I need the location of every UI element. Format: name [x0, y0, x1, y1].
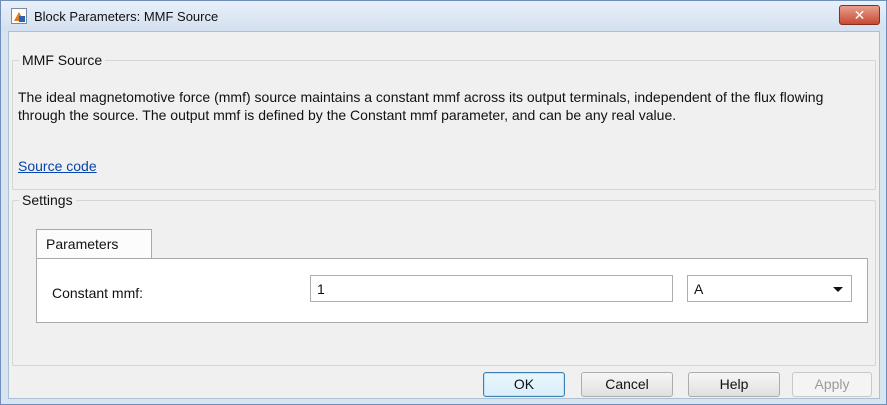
window-title: Block Parameters: MMF Source — [34, 9, 219, 24]
block-description-title: MMF Source — [22, 52, 103, 68]
ok-button[interactable]: OK — [483, 372, 565, 397]
chevron-down-icon — [833, 287, 843, 292]
apply-button[interactable]: Apply — [792, 372, 872, 397]
constant-mmf-unit-select[interactable]: A — [687, 275, 852, 302]
dialog-body: MMF Source The ideal magnetomotive force… — [8, 31, 880, 399]
unit-value: A — [694, 281, 704, 297]
settings-title: Settings — [22, 192, 73, 208]
help-button[interactable]: Help — [688, 372, 780, 397]
block-description-text: The ideal magnetomotive force (mmf) sour… — [18, 89, 824, 123]
parameters-panel: Constant mmf: A — [36, 258, 868, 323]
constant-mmf-label: Constant mmf: — [52, 285, 144, 301]
tab-parameters[interactable]: Parameters — [36, 229, 152, 259]
close-button[interactable]: ✕ — [839, 5, 880, 25]
tab-parameters-label: Parameters — [46, 236, 119, 252]
dialog-window: Block Parameters: MMF Source ✕ MMF Sourc… — [0, 0, 887, 405]
source-code-link[interactable]: Source code — [18, 158, 97, 174]
close-icon: ✕ — [853, 7, 866, 23]
title-bar[interactable]: Block Parameters: MMF Source ✕ — [1, 1, 886, 31]
block-parameters-icon — [11, 8, 27, 24]
constant-mmf-input[interactable] — [310, 275, 673, 302]
cancel-button[interactable]: Cancel — [581, 372, 673, 397]
